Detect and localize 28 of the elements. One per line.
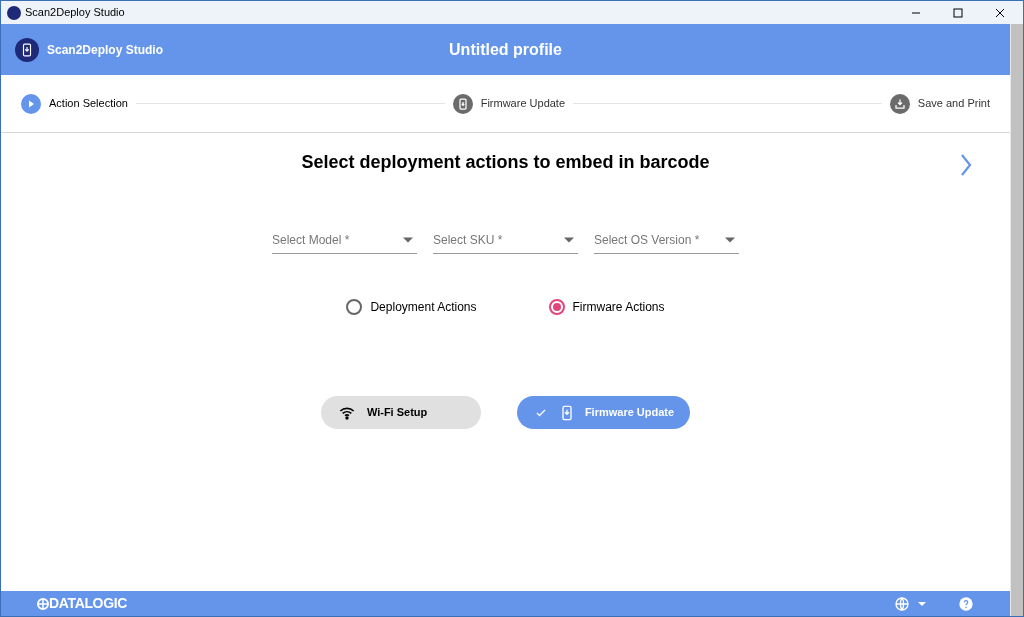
radio-button[interactable] — [346, 299, 363, 315]
help-icon[interactable] — [958, 595, 974, 612]
phone-icon — [20, 42, 34, 57]
profile-title: Untitled profile — [449, 39, 562, 60]
select-field[interactable]: Select Model * — [272, 226, 417, 254]
stepper-step[interactable]: Save and Print — [889, 93, 990, 114]
radio-label: Deployment Actions — [370, 299, 477, 316]
caret-icon[interactable] — [918, 601, 926, 606]
caret-icon — [564, 236, 574, 243]
stepper-step[interactable]: Firmware Update — [452, 93, 566, 114]
app-name: Scan2Deploy Studio — [47, 41, 164, 59]
logo-icon — [37, 597, 49, 610]
action-chip[interactable]: Wi-Fi Setup — [320, 396, 481, 429]
close-icon[interactable] — [995, 7, 1005, 18]
brand-logo: DATALOGIC — [49, 594, 127, 613]
select-field[interactable]: Select OS Version * — [594, 226, 739, 254]
caret-icon — [725, 236, 735, 243]
select-field[interactable]: Select SKU * — [433, 226, 578, 254]
globe-icon[interactable] — [894, 595, 910, 612]
app-icon — [7, 5, 21, 20]
page-heading: Select deployment actions to embed in barcode — [301, 151, 710, 174]
window-title: Scan2Deploy Studio — [25, 5, 125, 21]
caret-icon — [403, 236, 413, 243]
radio-button[interactable] — [548, 299, 565, 315]
maximize-icon[interactable] — [953, 7, 963, 18]
radio-label: Firmware Actions — [572, 299, 665, 316]
stepper-step[interactable]: Action Selection — [21, 93, 128, 114]
scrollbar[interactable] — [1010, 24, 1023, 616]
